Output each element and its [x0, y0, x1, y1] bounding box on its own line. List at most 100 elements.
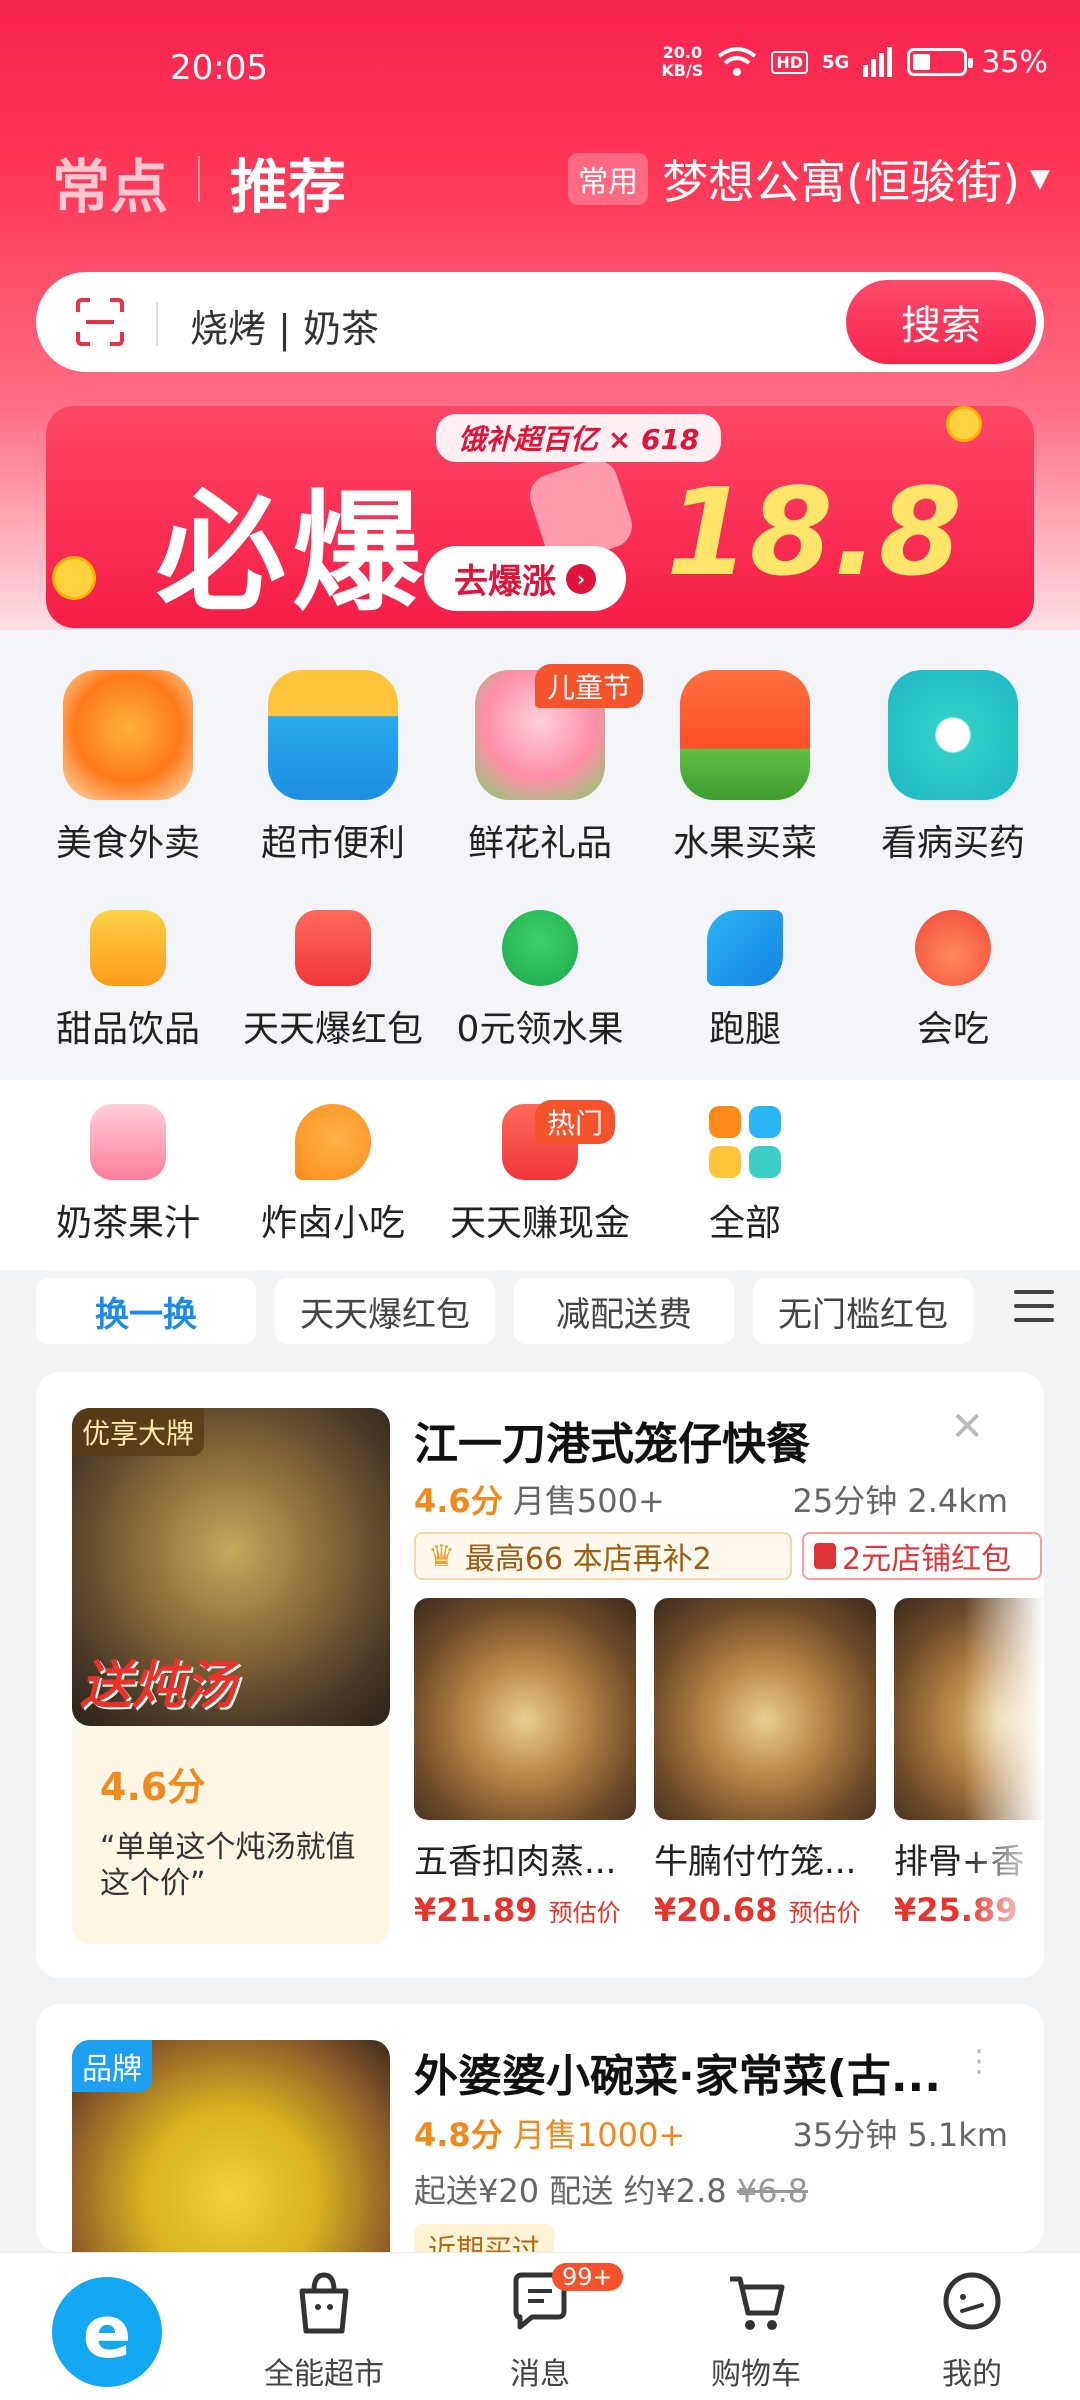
scan-icon[interactable]	[74, 296, 126, 348]
hd-icon: HD	[771, 50, 808, 74]
shop-image[interactable]: 优享大牌 送炖汤	[72, 1408, 390, 1726]
filter-redpacket[interactable]: 天天爆红包	[275, 1278, 495, 1344]
shop-image[interactable]: 品牌	[72, 2040, 390, 2252]
shop-card[interactable]: 品牌 外婆婆小碗菜·家常菜(古... ⋮ 4.8分 月售1000+ 35分钟 5…	[36, 2004, 1044, 2252]
category-medicine[interactable]: 看病买药	[848, 670, 1058, 866]
dish-image	[414, 1598, 636, 1820]
status-bar: 20:05 20.0 KB/S HD 5G 35%	[0, 0, 1080, 120]
category-grid: 美食外卖 超市便利 鲜花礼品 儿童节 水果买菜 看病买药 甜品饮品 天天爆红包 …	[0, 630, 1080, 1080]
redpacket-icon	[295, 910, 371, 986]
arrow-right-icon: ›	[566, 563, 596, 594]
shop-meta: 4.6分 月售500+	[414, 1482, 665, 1520]
search-button[interactable]: 搜索	[846, 280, 1036, 364]
search-input[interactable]: 烧烤 | 奶茶	[190, 298, 379, 353]
category-grid-row3: 奶茶果汁 炸卤小吃 天天赚现金 热门 全部	[0, 1080, 1080, 1270]
brand-tag: 优享大牌	[72, 1408, 205, 1456]
category-all[interactable]: 全部	[640, 1104, 850, 1246]
filter-refresh[interactable]: 换一换	[36, 1278, 256, 1344]
shop-name[interactable]: 江一刀港式笼仔快餐	[414, 1408, 810, 1472]
banner-price: 18.8元	[666, 464, 963, 603]
category-flowers[interactable]: 鲜花礼品 儿童节	[435, 664, 645, 866]
coin-icon	[52, 556, 96, 600]
message-badge: 99+	[552, 2263, 623, 2291]
category-earn-cash[interactable]: 天天赚现金 热门	[435, 1100, 645, 1246]
food-icon	[63, 670, 193, 800]
category-supermarket[interactable]: 超市便利	[228, 670, 438, 866]
address-selector[interactable]: 常用 梦想公寓(恒骏街) ▼	[568, 146, 1050, 212]
category-free-fruit[interactable]: 0元领水果	[435, 910, 645, 1052]
filter-bar: 换一换 天天爆红包 减配送费 无门槛红包	[0, 1272, 1080, 1352]
review-box: 4.6分 “单单这个炖汤就值这个价”	[72, 1726, 390, 1944]
nav-profile[interactable]: 我的	[864, 2253, 1080, 2400]
profile-icon	[943, 2272, 1001, 2330]
category-errand[interactable]: 跑腿	[640, 910, 850, 1052]
filter-delivery-fee[interactable]: 减配送费	[514, 1278, 734, 1344]
nav-cart[interactable]: 购物车	[648, 2253, 864, 2400]
address-text: 梦想公寓(恒骏街)	[662, 155, 1020, 209]
tab-divider	[198, 156, 200, 202]
bottom-nav: e 全能超市 99+ 消息 购物车 我的	[0, 2252, 1080, 2400]
redpacket-icon	[814, 1543, 836, 1569]
shop-card[interactable]: 优享大牌 送炖汤 4.6分 “单单这个炖汤就值这个价” 江一刀港式笼仔快餐 ✕ …	[36, 1372, 1044, 1978]
signal-icon: 5G	[822, 51, 850, 73]
battery-icon	[907, 48, 974, 76]
dish-image	[654, 1598, 876, 1820]
category-food[interactable]: 美食外卖	[23, 670, 233, 866]
dish-price: ¥20.68 预估价	[654, 1891, 861, 1929]
category-foodie[interactable]: 会吃	[848, 910, 1058, 1052]
review-quote: “单单这个炖汤就值这个价”	[100, 1830, 356, 1901]
dish-item[interactable]: 牛腩付竹笼... ¥20.68 预估价	[654, 1598, 876, 1929]
bag-icon	[299, 2272, 349, 2334]
grid-icon	[707, 1104, 783, 1180]
more-icon[interactable]: ⋮	[964, 2044, 994, 2079]
scroll-fade	[964, 1592, 1044, 1972]
search-divider	[156, 302, 158, 346]
banner-subtitle: 饿补超百亿 × 618	[436, 414, 722, 462]
bowl-icon	[915, 910, 991, 986]
search-bar[interactable]: 烧烤 | 奶茶 搜索	[36, 272, 1044, 372]
recent-tag: 近期买过	[414, 2224, 555, 2252]
shop-distance: 35分钟 5.1km	[792, 2116, 1009, 2154]
dish-item[interactable]: 五香扣肉蒸... ¥21.89 预估价	[414, 1598, 636, 1929]
tab-often[interactable]: 常点	[52, 140, 168, 224]
banner-button[interactable]: 去爆涨 ›	[424, 546, 626, 611]
promo-redpacket[interactable]: 2元店铺红包	[802, 1532, 1042, 1580]
status-time: 20:05	[170, 48, 268, 88]
tab-recommend[interactable]: 推荐	[230, 140, 346, 224]
address-tag: 常用	[568, 153, 649, 205]
category-redpacket[interactable]: 天天爆红包	[228, 910, 438, 1052]
review-score: 4.6分	[100, 1765, 206, 1809]
caret-down-icon: ▼	[1030, 164, 1050, 194]
battery-percent: 35%	[981, 44, 1048, 80]
shop-distance: 25分钟 2.4km	[792, 1482, 1009, 1520]
shop-meta: 4.8分 月售1000+	[414, 2116, 686, 2154]
coin-icon	[946, 406, 982, 442]
basket-icon	[268, 670, 398, 800]
top-header: 常点 推荐 常用 梦想公寓(恒骏街) ▼	[0, 130, 1080, 230]
promo-banner[interactable]: 饿补超百亿 × 618 必爆 18.8元 去爆涨›	[46, 406, 1034, 628]
cart-icon	[730, 2276, 785, 2330]
badge-hot: 热门	[535, 1100, 616, 1144]
network-speed: 20.0 KB/S	[661, 43, 704, 80]
medicine-icon	[888, 670, 1018, 800]
juice-icon	[90, 1104, 166, 1180]
shop-name[interactable]: 外婆婆小碗菜·家常菜(古...	[414, 2040, 941, 2104]
close-icon[interactable]: ✕	[950, 1404, 984, 1450]
drumstick-icon	[295, 1104, 371, 1180]
category-snack[interactable]: 炸卤小吃	[228, 1104, 438, 1246]
brand-tag: 品牌	[72, 2040, 152, 2092]
drink-icon	[90, 910, 166, 986]
eleme-home-icon[interactable]: e	[52, 2277, 162, 2387]
nav-supermarket[interactable]: 全能超市	[216, 2253, 432, 2400]
shop-fees: 起送¥20 配送 约¥2.8 ¥6.8	[414, 2172, 809, 2210]
nav-home[interactable]: e	[0, 2253, 216, 2400]
nav-messages[interactable]: 99+ 消息	[432, 2253, 648, 2400]
signal-bars-icon	[863, 47, 893, 77]
promo-subsidy[interactable]: ♛ 最高66 本店再补2	[414, 1532, 792, 1580]
badge-childrens-day: 儿童节	[535, 664, 644, 708]
filter-no-threshold[interactable]: 无门槛红包	[753, 1278, 973, 1344]
category-fruit[interactable]: 水果买菜	[640, 670, 850, 866]
menu-icon[interactable]	[1014, 1290, 1054, 1330]
category-milktea[interactable]: 奶茶果汁	[23, 1104, 233, 1246]
category-dessert[interactable]: 甜品饮品	[23, 910, 233, 1052]
